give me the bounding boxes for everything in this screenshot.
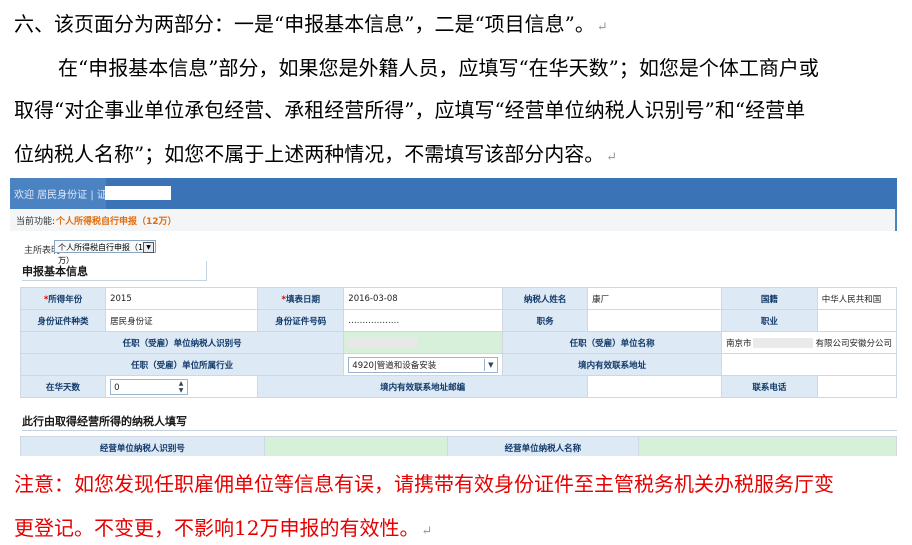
intro-heading: 六、该页面分为两部分：一是“申报基本信息”，二是“项目信息”。 ↵: [14, 12, 912, 40]
id-type-value[interactable]: 居民身份证: [105, 309, 259, 332]
intro-heading-text: 六、该页面分为两部分：一是“申报基本信息”，二是“项目信息”。: [14, 12, 595, 36]
business-info-table: 经营单位纳税人识别号 经营单位纳税人名称: [20, 436, 897, 456]
paragraph-mark-icon: ↵: [606, 150, 618, 165]
business-taxid-label: 经营单位纳税人识别号: [20, 436, 265, 456]
domestic-address-value[interactable]: [720, 353, 897, 376]
employer-taxid-label: 任职（受雇）单位纳税人识别号: [19, 331, 345, 354]
domestic-address-label: 境内有效联系地址: [502, 353, 722, 376]
basic-info-table: *所得年份 2015 *填表日期 2016-03-08 纳税人姓名 康厂 国籍 …: [19, 287, 897, 398]
app-header: 欢迎 居民身份证 | 证件号码:: [10, 178, 897, 209]
breadcrumb-label: 当前功能:: [16, 217, 56, 227]
section-title-business: 此行由取得经营所得的纳税人填写: [22, 415, 187, 428]
phone-value[interactable]: [816, 375, 897, 398]
table-row: 任职（受雇）单位纳税人识别号 任职（受雇）单位名称 南京市 有限公司安徽分公司: [19, 331, 897, 354]
year-label: *所得年份: [19, 287, 107, 310]
section-title-basic-info: 申报基本信息: [22, 265, 88, 278]
job-value[interactable]: [816, 309, 897, 332]
paragraph-mark-icon: ↵: [596, 20, 608, 35]
form-area: 主所表明 个人所得税自行申报（12万） ▼ 申报基本信息 *所得年份 2015 …: [10, 231, 897, 456]
chevron-down-icon[interactable]: ▼: [484, 358, 496, 371]
date-label: *填表日期: [257, 287, 345, 310]
taxpayer-name-value[interactable]: 康厂: [587, 287, 722, 310]
table-row: 经营单位纳税人识别号 经营单位纳税人名称: [20, 436, 897, 456]
country-label: 国籍: [720, 287, 818, 310]
employer-industry-label: 任职（受雇）单位所属行业: [19, 353, 345, 376]
breadcrumb: 当前功能: 个人所得税自行申报（12万）: [10, 209, 897, 232]
duty-value[interactable]: [587, 309, 722, 332]
report-type-select[interactable]: 个人所得税自行申报（12万） ▼: [54, 240, 156, 265]
phone-label: 联系电话: [720, 375, 818, 398]
body-line-1: 在“申报基本信息”部分，如果您是外籍人员，应填写“在华天数”；如您是个体工商户或: [58, 56, 819, 80]
employer-industry-select[interactable]: 4920|管道和设备安装 ▼: [348, 356, 499, 373]
date-label-text: 填表日期: [285, 294, 320, 305]
employer-industry-value: 4920|管道和设备安装: [352, 360, 437, 371]
notice-line-2: 更登记。不变更，不影响12万申报的有效性。 ↵: [14, 516, 912, 544]
date-value[interactable]: 2016-03-08: [343, 287, 504, 310]
postcode-value[interactable]: [587, 375, 722, 398]
table-row: 在华天数 0 ▲ ▼ 境内有效联系地址邮编 联系电话: [19, 375, 897, 398]
stepper-arrows-icon[interactable]: ▲ ▼: [176, 380, 186, 394]
id-type-label: 身份证件种类: [19, 309, 107, 332]
employer-name-suffix: 有限公司安徽分公司: [815, 338, 892, 349]
employer-name-label: 任职（受雇）单位名称: [502, 331, 722, 354]
table-row: 身份证件种类 居民身份证 身份证件号码 ……………… 职务 职业: [19, 309, 897, 332]
employer-name-prefix: 南京市: [725, 338, 752, 349]
business-name-label: 经营单位纳税人名称: [446, 436, 640, 456]
body-line-3: 位纳税人名称”；如您不属于上述两种情况，不需填写该部分内容。 ↵: [14, 142, 912, 170]
section-underline: [22, 280, 206, 281]
job-label: 职业: [720, 309, 818, 332]
year-label-text: 所得年份: [48, 294, 83, 305]
table-row: *所得年份 2015 *填表日期 2016-03-08 纳税人姓名 康厂 国籍 …: [19, 287, 897, 310]
notice-line-2-text: 更登记。不变更，不影响12万申报的有效性。: [14, 516, 420, 540]
paragraph-mark-icon: ↵: [421, 524, 433, 539]
notice-line-1: 注意：如您发现任职雇佣单位等信息有误，请携带有效身份证件至主管税务机关办税服务厅…: [14, 472, 834, 496]
duty-label: 职务: [502, 309, 589, 332]
days-in-china-value: 0: [114, 382, 120, 393]
report-type-value: 个人所得税自行申报（12万）: [58, 243, 149, 265]
header-redaction: [105, 186, 171, 200]
body-line-2: 取得“对企事业单位承包经营、承租经营所得”，应填写“经营单位纳税人识别号”和“经…: [14, 98, 806, 122]
business-name-input[interactable]: [638, 436, 897, 456]
id-number-label: 身份证件号码: [257, 309, 345, 332]
year-value[interactable]: 2015: [105, 287, 259, 310]
employer-industry-cell: 4920|管道和设备安装 ▼: [343, 353, 504, 376]
days-in-china-label: 在华天数: [19, 375, 107, 398]
table-row: 任职（受雇）单位所属行业 4920|管道和设备安装 ▼ 境内有效联系地址: [19, 353, 897, 376]
breadcrumb-current[interactable]: 个人所得税自行申报（12万）: [56, 214, 177, 227]
section-underline: [22, 430, 897, 431]
redacted-value: [348, 337, 419, 348]
redacted-value: [753, 338, 814, 348]
employer-taxid-input[interactable]: [343, 331, 504, 354]
section-divider: [206, 261, 207, 281]
employer-name-value[interactable]: 南京市 有限公司安徽分公司: [720, 331, 897, 354]
embedded-form-screenshot: 欢迎 居民身份证 | 证件号码: 当前功能: 个人所得税自行申报（12万） 主所…: [10, 178, 897, 456]
days-in-china-stepper[interactable]: 0 ▲ ▼: [110, 378, 189, 395]
days-in-china-cell: 0 ▲ ▼: [105, 375, 259, 398]
postcode-label: 境内有效联系地址邮编: [257, 375, 589, 398]
country-value[interactable]: 中华人民共和国: [816, 287, 897, 310]
business-taxid-input[interactable]: [263, 436, 448, 456]
taxpayer-name-label: 纳税人姓名: [502, 287, 589, 310]
id-number-value[interactable]: ………………: [343, 309, 504, 332]
chevron-down-icon[interactable]: ▼: [143, 242, 154, 253]
body-line-3-text: 位纳税人名称”；如您不属于上述两种情况，不需填写该部分内容。: [14, 142, 605, 166]
